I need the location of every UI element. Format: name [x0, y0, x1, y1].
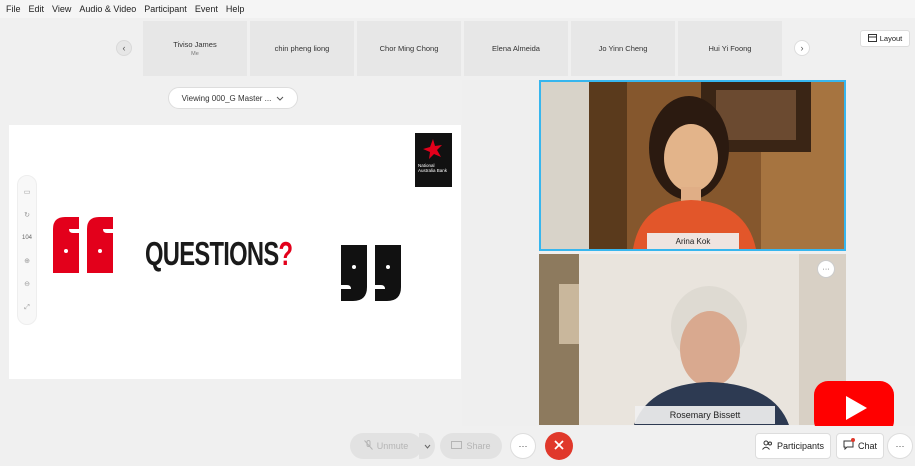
nab-logo: National Australia Bank [415, 133, 452, 187]
control-bar: Unmute Share ··· Participants Chat ··· [0, 426, 915, 466]
chevron-right-icon: › [800, 43, 804, 53]
menu-file[interactable]: File [6, 4, 21, 14]
participant-name: Elena Almeida [492, 44, 540, 53]
menu-bar: File Edit View Audio & Video Participant… [0, 0, 915, 18]
share-button[interactable]: Share [440, 433, 502, 459]
menu-view[interactable]: View [52, 4, 71, 14]
participant-tile[interactable]: Hui Yi Foong [678, 21, 782, 76]
video-name-tag: Arina Kok [647, 233, 739, 249]
share-screen-icon [451, 440, 463, 452]
viewing-label: Viewing 000_G Master ... [181, 93, 272, 103]
unmute-button[interactable]: Unmute [350, 433, 422, 459]
zoom-in-icon[interactable]: ⊕ [24, 257, 30, 265]
video-more-button[interactable]: ··· [817, 260, 835, 278]
video-tile-active[interactable]: Arina Kok [539, 80, 846, 251]
end-button[interactable] [545, 432, 573, 460]
expand-icon[interactable]: ⤢ [24, 304, 30, 312]
participant-tile[interactable]: Tiviso James Me [143, 21, 247, 76]
nab-logo-text: National Australia Bank [418, 163, 448, 173]
chat-label: Chat [857, 441, 877, 451]
menu-audio-video[interactable]: Audio & Video [79, 4, 136, 14]
video-tile[interactable]: Rosemary Bissett [539, 254, 846, 425]
more-icon: ··· [822, 265, 830, 273]
participants-label: Participants [776, 441, 825, 451]
more-icon: ··· [895, 441, 905, 451]
participant-name: chin pheng liong [274, 44, 330, 53]
chat-unread-dot [850, 438, 855, 442]
strip-next-button[interactable]: › [794, 40, 810, 56]
close-quote-icon [341, 245, 401, 301]
participant-tile[interactable]: Chor Ming Chong [357, 21, 461, 76]
chat-button[interactable]: Chat [836, 433, 884, 459]
menu-participant[interactable]: Participant [144, 4, 187, 14]
menu-event[interactable]: Event [195, 4, 218, 14]
more-icon: ··· [518, 441, 528, 451]
video-feed [541, 82, 844, 249]
video-feed [539, 254, 846, 425]
menu-edit[interactable]: Edit [29, 4, 45, 14]
unmute-label: Unmute [376, 441, 409, 451]
video-name-tag: Rosemary Bissett [635, 406, 775, 424]
close-icon [554, 440, 564, 452]
participant-strip: ‹ Tiviso James Me chin pheng liong Chor … [0, 18, 915, 78]
video-name: Arina Kok [675, 236, 711, 246]
open-quote-icon [53, 217, 113, 273]
chevron-down-icon [276, 94, 284, 103]
video-name: Rosemary Bissett [669, 410, 741, 420]
overflow-button[interactable]: ··· [887, 433, 913, 459]
participant-sub: Me [191, 51, 199, 57]
participant-tile[interactable]: Elena Almeida [464, 21, 568, 76]
slide-title-qmark: ? [278, 235, 293, 272]
strip-prev-button[interactable]: ‹ [116, 40, 132, 56]
chevron-down-icon [424, 441, 431, 451]
slide-title-text: QUESTIONS [145, 235, 279, 272]
participant-tile[interactable]: chin pheng liong [250, 21, 354, 76]
fit-icon[interactable]: ▭ [24, 188, 31, 196]
layout-grid-icon [867, 33, 877, 44]
share-label: Share [466, 441, 491, 451]
participant-name: Chor Ming Chong [379, 44, 439, 53]
mic-muted-icon [363, 440, 373, 452]
chevron-left-icon: ‹ [122, 43, 126, 53]
participants-button[interactable]: Participants [755, 433, 831, 459]
zoom-out-icon[interactable]: ⊖ [24, 280, 30, 288]
more-button[interactable]: ··· [510, 433, 536, 459]
layout-button[interactable]: Layout [860, 30, 910, 47]
participant-name: Tiviso James [173, 40, 217, 49]
viewing-share-dropdown[interactable]: Viewing 000_G Master ... [168, 87, 298, 109]
shared-slide: QUESTIONS? National Australia Bank [9, 125, 461, 379]
audio-options-button[interactable] [419, 433, 435, 459]
slide-title: QUESTIONS? [145, 235, 293, 273]
zoom-toolbar: ▭ ↻ 104 ⊕ ⊖ ⤢ [17, 175, 37, 325]
participant-name: Jo Yinn Cheng [598, 44, 648, 53]
participant-tile[interactable]: Jo Yinn Cheng [571, 21, 675, 76]
menu-help[interactable]: Help [226, 4, 245, 14]
people-icon [762, 440, 773, 452]
nab-star-icon [423, 139, 442, 159]
rotate-icon[interactable]: ↻ [24, 211, 30, 219]
participant-name: Hui Yi Foong [708, 44, 752, 53]
chat-icon [843, 438, 855, 452]
zoom-level: 104 [21, 235, 32, 242]
layout-label: Layout [879, 34, 903, 43]
